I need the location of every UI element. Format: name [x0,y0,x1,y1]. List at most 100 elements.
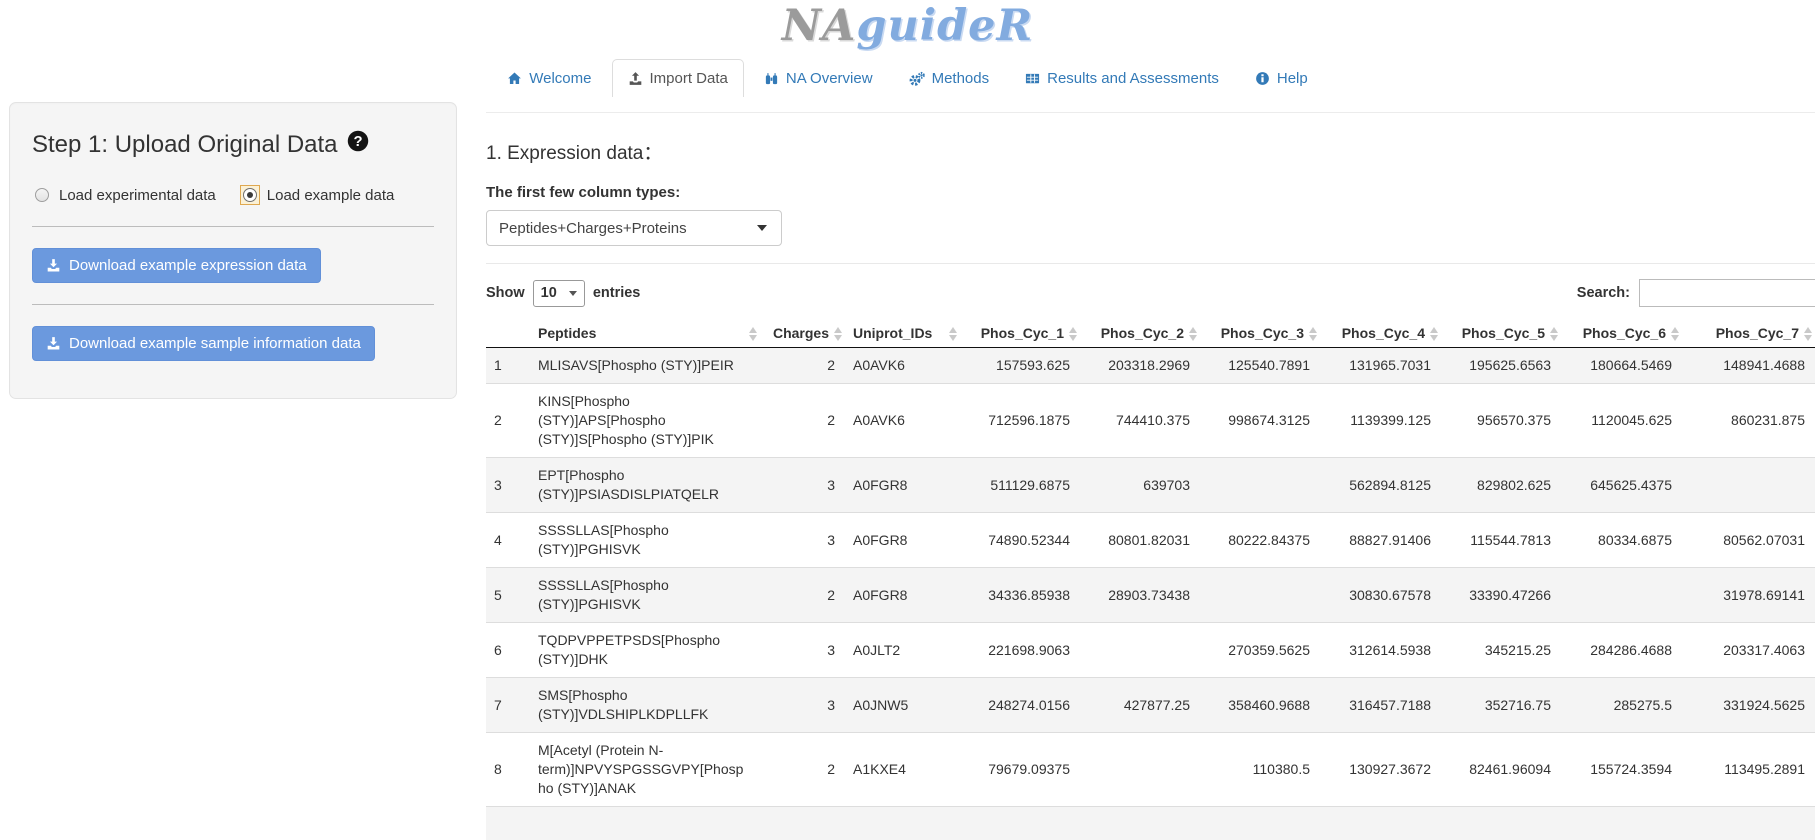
value-cell: 88827.91406 [1320,513,1441,568]
value-cell: 80562.07031 [1682,513,1815,568]
logo-guider: guideR [856,1,1033,51]
page-length-select[interactable]: 10 [533,280,585,307]
table-row: 8M[Acetyl (Protein N-term)]NPVYSPGSSGVPY… [486,733,1815,807]
column-types-selected-value: Peptides+Charges+Proteins [499,220,687,237]
section-title: 1. Expression data： [486,138,1815,165]
search-input[interactable] [1639,279,1815,307]
value-cell [1682,458,1815,513]
column-types-label: The first few column types: [486,184,1815,201]
column-header-label: Charges [773,325,829,341]
download-sample-info-button[interactable]: Download example sample information data [32,326,375,361]
app-header: NAguideR [0,0,1815,55]
column-header-uniprot_ids[interactable]: Uniprot_IDs [845,320,960,348]
value-cell: 203318.2969 [1080,348,1200,384]
peptide-cell: SSSSLLAS[Phospho (STY)]PGHISVK [530,568,760,623]
column-header-phos_cyc_6[interactable]: Phos_Cyc_6 [1561,320,1682,348]
page-length-value: 10 [541,285,557,301]
sort-arrows-icon [1804,327,1812,341]
search-control: Search: [1577,279,1815,307]
table-header-row: Peptides Charges Uniprot_IDsPhos_Cyc_1 Phos… [486,320,1815,348]
table-icon [1025,71,1040,86]
tab-label: Help [1277,70,1308,87]
column-header-phos_cyc_3[interactable]: Phos_Cyc_3 [1200,320,1320,348]
value-cell: 74890.52344 [960,513,1080,568]
value-cell: 956570.375 [1441,384,1561,458]
tab-label: Import Data [650,70,728,87]
download-sample-info-label: Download example sample information data [69,335,361,352]
value-cell: 131965.7031 [1320,348,1441,384]
column-header-charges[interactable]: Charges [760,320,845,348]
value-cell: 31978.69141 [1682,568,1815,623]
download-expression-button[interactable]: Download example expression data [32,248,321,283]
value-cell [1200,458,1320,513]
column-header-phos_cyc_7[interactable]: Phos_Cyc_7 [1682,320,1815,348]
value-cell: 352716.75 [1441,678,1561,733]
value-cell: 125540.7891 [1200,348,1320,384]
uniprot-cell: A0FGR8 [845,568,960,623]
row-index-cell: 5 [486,568,530,623]
peptide-cell: EPT[Phospho (STY)]PSIASDISLPIATQELR [530,458,760,513]
tab-import-data[interactable]: Import Data [612,59,744,97]
tab-help[interactable]: Help [1239,59,1324,97]
table-row-partial [486,806,1815,840]
charge-cell: 2 [760,733,845,807]
home-icon [507,71,522,86]
table-row: 1MLISAVS[Phospho (STY)]PEIR2A0AVK6157593… [486,348,1815,384]
tab-label: Welcome [529,70,591,87]
value-cell: 82461.96094 [1441,733,1561,807]
row-index-cell: 1 [486,348,530,384]
column-header-label: Peptides [538,325,596,341]
row-index-cell: 2 [486,384,530,458]
divider [32,226,434,227]
charge-cell: 3 [760,678,845,733]
column-header-phos_cyc_5[interactable]: Phos_Cyc_5 [1441,320,1561,348]
value-cell: 270359.5625 [1200,623,1320,678]
value-cell: 30830.67578 [1320,568,1441,623]
column-header-phos_cyc_4[interactable]: Phos_Cyc_4 [1320,320,1441,348]
value-cell: 110380.5 [1200,733,1320,807]
panel-title: Step 1: Upload Original Data ? [32,130,434,159]
column-header-phos_cyc_1[interactable]: Phos_Cyc_1 [960,320,1080,348]
row-index-cell: 8 [486,733,530,807]
uniprot-cell: A0FGR8 [845,458,960,513]
uniprot-cell: A1KXE4 [845,733,960,807]
entries-label: entries [593,285,641,301]
table-row: 4SSSSLLAS[Phospho (STY)]PGHISVK3A0FGR874… [486,513,1815,568]
radio-load-experimental-data[interactable]: Load experimental data [32,185,216,205]
table-row: 5SSSSLLAS[Phospho (STY)]PGHISVK2A0FGR834… [486,568,1815,623]
tab-welcome[interactable]: Welcome [491,59,607,97]
value-cell: 157593.625 [960,348,1080,384]
tab-label: Methods [932,70,990,87]
radio-label: Load example data [267,187,395,204]
peptide-cell: MLISAVS[Phospho (STY)]PEIR [530,348,760,384]
tab-na-overview[interactable]: NA Overview [748,59,889,97]
value-cell: 248274.0156 [960,678,1080,733]
value-cell: 639703 [1080,458,1200,513]
sort-arrows-icon [834,327,842,341]
tab-methods[interactable]: Methods [893,59,1006,97]
value-cell: 345215.25 [1441,623,1561,678]
peptide-cell: KINS[Phospho (STY)]APS[Phospho (STY)]S[P… [530,384,760,458]
tab-results-and-assessments[interactable]: Results and Assessments [1009,59,1235,97]
caret-down-icon [569,291,577,296]
value-cell: 33390.47266 [1441,568,1561,623]
value-cell: 358460.9688 [1200,678,1320,733]
value-cell: 115544.7813 [1441,513,1561,568]
column-header-label: Phos_Cyc_3 [1221,325,1304,341]
column-header-index [486,320,530,348]
column-header-label: Phos_Cyc_2 [1101,325,1184,341]
table-row: 7SMS[Phospho (STY)]VDLSHIPLKDPLLFK3A0JNW… [486,678,1815,733]
divider [32,304,434,305]
column-header-peptides[interactable]: Peptides [530,320,760,348]
column-types-select[interactable]: Peptides+Charges+Proteins [486,210,782,246]
value-cell: 180664.5469 [1561,348,1682,384]
sort-arrows-icon [1309,327,1317,341]
question-icon[interactable]: ? [347,130,369,159]
radio-load-example-data[interactable]: Load example data [240,185,395,205]
uniprot-cell: A0AVK6 [845,384,960,458]
svg-text:?: ? [353,134,362,150]
show-label: Show [486,285,525,301]
sort-arrows-icon [1550,327,1558,341]
column-header-phos_cyc_2[interactable]: Phos_Cyc_2 [1080,320,1200,348]
value-cell [1080,623,1200,678]
